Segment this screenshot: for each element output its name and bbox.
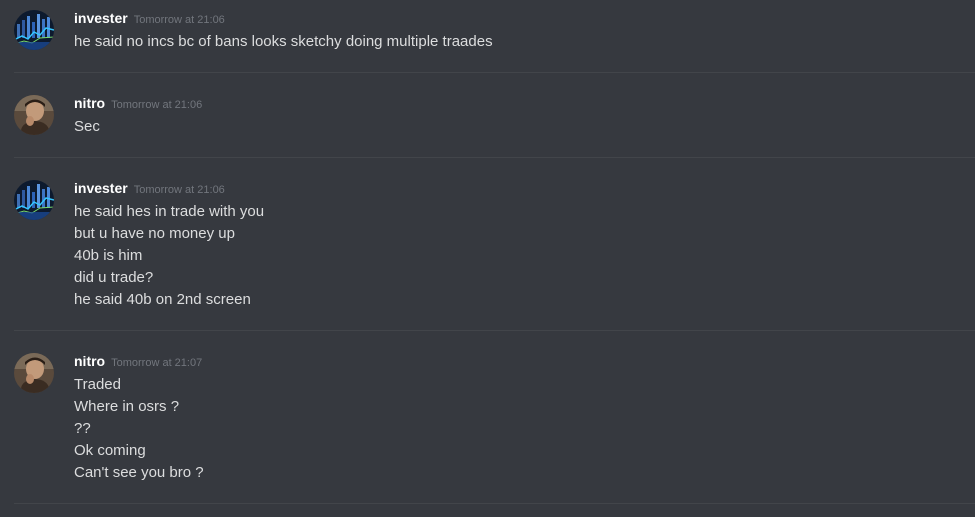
timestamp: Tomorrow at 21:06 — [133, 14, 225, 26]
message-line: did u trade? — [74, 269, 154, 286]
message-line: but u have no money up — [74, 225, 235, 242]
avatar[interactable] — [14, 95, 54, 135]
message-header: nitro Tomorrow at 21:07 — [74, 353, 975, 371]
username[interactable]: invester — [74, 180, 128, 196]
message-group: invester Tomorrow at 21:06 he said no in… — [0, 10, 975, 53]
message-header: invester Tomorrow at 21:06 — [74, 180, 975, 198]
username[interactable]: invester — [74, 10, 128, 26]
message-header: nitro Tomorrow at 21:06 — [74, 95, 975, 113]
avatar[interactable] — [14, 180, 54, 220]
message-divider — [14, 503, 975, 504]
message-line: he said hes in trade with you — [74, 203, 265, 220]
chart-avatar-icon — [14, 180, 54, 220]
timestamp: Tomorrow at 21:06 — [111, 99, 203, 111]
message-divider — [14, 330, 975, 331]
avatar[interactable] — [14, 353, 54, 393]
message-content: he said no incs bc of bans looks sketchy… — [74, 31, 975, 53]
message-line: Where in osrs ? — [74, 398, 180, 415]
message-group: nitro Tomorrow at 21:07 Traded Where in … — [0, 353, 975, 484]
message-line: Sec — [74, 118, 100, 135]
timestamp: Tomorrow at 21:06 — [133, 184, 225, 196]
message-header: invester Tomorrow at 21:06 — [74, 10, 975, 28]
chart-avatar-icon — [14, 10, 54, 50]
person-avatar-icon — [14, 95, 54, 135]
message-line: he said no incs bc of bans looks sketchy… — [74, 33, 493, 50]
message-line: Ok coming — [74, 442, 146, 459]
message-content: he said hes in trade with you but u have… — [74, 201, 975, 311]
message-group: nitro Tomorrow at 21:06 Sec — [0, 95, 975, 138]
person-avatar-icon — [14, 353, 54, 393]
message-line: ?? — [74, 420, 91, 437]
message-line: Can't see you bro ? — [74, 464, 204, 481]
message-divider — [14, 72, 975, 73]
avatar[interactable] — [14, 10, 54, 50]
message-content: Traded Where in osrs ? ?? Ok coming Can'… — [74, 374, 975, 484]
username[interactable]: nitro — [74, 95, 105, 111]
username[interactable]: nitro — [74, 353, 105, 369]
message-group: invester Tomorrow at 21:06 he said hes i… — [0, 180, 975, 311]
chat-message-list: invester Tomorrow at 21:06 he said no in… — [0, 0, 975, 517]
message-line: 40b is him — [74, 247, 143, 264]
message-line: he said 40b on 2nd screen — [74, 291, 251, 308]
message-divider — [14, 157, 975, 158]
message-content: Sec — [74, 116, 975, 138]
message-line: Traded — [74, 376, 121, 393]
timestamp: Tomorrow at 21:07 — [111, 357, 203, 369]
